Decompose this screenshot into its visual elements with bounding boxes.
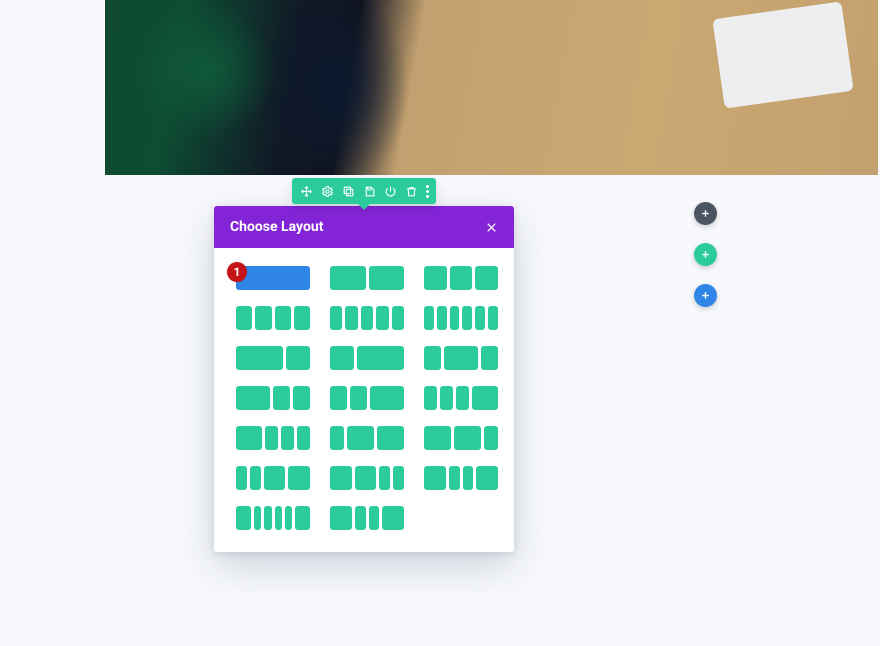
duplicate-icon[interactable] <box>342 185 355 198</box>
row-toolbar <box>292 178 436 204</box>
layout-option-18[interactable] <box>236 506 310 530</box>
panel-header: Choose Layout <box>214 206 514 248</box>
layout-option-0[interactable] <box>236 266 310 290</box>
layout-grid: 1 <box>214 248 514 552</box>
close-icon[interactable] <box>485 221 498 234</box>
layout-option-3[interactable] <box>236 306 310 330</box>
layout-option-5[interactable] <box>424 306 498 330</box>
layout-option-9[interactable] <box>236 386 310 410</box>
layout-option-17[interactable] <box>424 466 498 490</box>
layout-option-4[interactable] <box>330 306 404 330</box>
move-icon[interactable] <box>300 185 313 198</box>
add-section-button[interactable] <box>694 202 717 225</box>
layout-option-10[interactable] <box>330 386 404 410</box>
layout-option-7[interactable] <box>330 346 404 370</box>
hero-image <box>105 0 878 175</box>
layout-option-6[interactable] <box>236 346 310 370</box>
layout-option-1[interactable] <box>330 266 404 290</box>
layout-option-16[interactable] <box>330 466 404 490</box>
step-marker-1: 1 <box>227 262 247 282</box>
layout-option-12[interactable] <box>236 426 310 450</box>
save-icon[interactable] <box>363 185 376 198</box>
layout-option-11[interactable] <box>424 386 498 410</box>
add-button-group <box>694 202 717 307</box>
power-icon[interactable] <box>384 185 397 198</box>
gear-icon[interactable] <box>321 185 334 198</box>
layout-option-14[interactable] <box>424 426 498 450</box>
add-row-button[interactable] <box>694 243 717 266</box>
layout-option-13[interactable] <box>330 426 404 450</box>
layout-option-15[interactable] <box>236 466 310 490</box>
more-icon[interactable] <box>426 185 429 198</box>
layout-option-8[interactable] <box>424 346 498 370</box>
add-module-button[interactable] <box>694 284 717 307</box>
layout-option-19[interactable] <box>330 506 404 530</box>
layout-option-2[interactable] <box>424 266 498 290</box>
choose-layout-panel: Choose Layout 1 <box>214 206 514 552</box>
panel-title: Choose Layout <box>230 219 323 235</box>
trash-icon[interactable] <box>405 185 418 198</box>
